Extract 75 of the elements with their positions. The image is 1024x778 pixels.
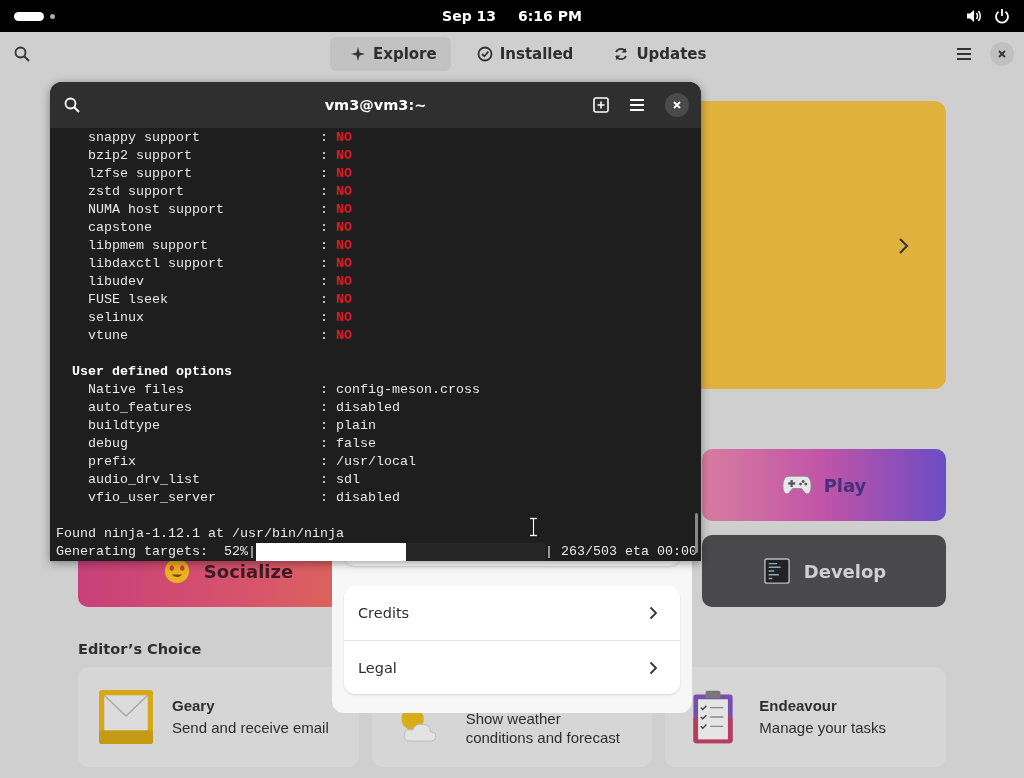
- option-name: snappy support: [87, 129, 201, 147]
- separator: :: [320, 273, 328, 291]
- separator: :: [320, 201, 328, 219]
- option-name: debug: [87, 435, 129, 453]
- option-value: NO: [336, 309, 352, 327]
- option-name: zstd support: [87, 183, 185, 201]
- list-row[interactable]: Legal: [344, 640, 680, 694]
- option-name: auto_features: [87, 399, 193, 417]
- app-description: Send and receive email: [172, 718, 329, 737]
- separator: :: [320, 327, 328, 345]
- option-value: sdl: [336, 471, 360, 489]
- separator: :: [320, 471, 328, 489]
- option-name: libdaxctl support: [87, 255, 225, 273]
- option-name: selinux: [87, 309, 145, 327]
- separator: :: [320, 237, 328, 255]
- time-text[interactable]: 6:16 PM: [518, 8, 582, 24]
- option-name: libpmem support: [87, 237, 209, 255]
- app-description: Manage your tasks: [759, 718, 887, 737]
- tab[interactable]: Installed: [456, 37, 588, 71]
- separator: :: [320, 453, 328, 471]
- category-button[interactable]: Develop: [702, 535, 946, 607]
- option-value: NO: [336, 201, 352, 219]
- option-value: NO: [336, 183, 352, 201]
- separator: :: [320, 129, 328, 147]
- option-value: NO: [336, 237, 352, 255]
- app-card[interactable]: Endeavour Manage your tasks: [665, 667, 946, 767]
- date-text[interactable]: Sep 13: [442, 8, 497, 24]
- app-description: Show weather conditions and forecast: [465, 708, 621, 747]
- option-name: bzip2 support: [87, 147, 193, 165]
- progress-status: | 263/503 eta 00:00: [544, 543, 697, 561]
- separator: :: [320, 417, 328, 435]
- option-value: disabled: [336, 489, 400, 507]
- option-name: FUSE lseek: [87, 291, 169, 309]
- separator: :: [320, 291, 328, 309]
- option-value: NO: [336, 165, 352, 183]
- separator: :: [320, 309, 328, 327]
- option-name: Native files: [87, 381, 185, 399]
- option-value: NO: [336, 219, 352, 237]
- option-value: NO: [336, 129, 352, 147]
- option-name: prefix: [87, 453, 137, 471]
- option-value: disabled: [336, 399, 400, 417]
- separator: :: [320, 165, 328, 183]
- separator: :: [320, 435, 328, 453]
- option-value: NO: [336, 273, 352, 291]
- section-title: Editor’s Choice: [78, 641, 203, 657]
- separator: :: [320, 381, 328, 399]
- separator: :: [320, 147, 328, 165]
- option-value: NO: [336, 147, 352, 165]
- tab[interactable]: Explore: [330, 37, 451, 71]
- app-name: Geary: [172, 697, 216, 714]
- window-title: vm3@vm3:~: [324, 97, 427, 113]
- option-name: capstone: [87, 219, 153, 237]
- option-name: libudev: [87, 273, 145, 291]
- option-value: NO: [336, 327, 352, 345]
- option-value: /usr/local: [336, 453, 416, 471]
- separator: :: [320, 255, 328, 273]
- option-name: lzfse support: [87, 165, 193, 183]
- app-name: Endeavour: [759, 697, 838, 714]
- separator: :: [320, 219, 328, 237]
- option-value: config-meson.cross: [336, 381, 480, 399]
- option-value: plain: [336, 417, 376, 435]
- tab[interactable]: Updates: [593, 37, 721, 71]
- option-name: buildtype: [87, 417, 161, 435]
- separator: :: [320, 489, 328, 507]
- option-name: audio_drv_list: [87, 471, 201, 489]
- option-name: vfio_user_server: [87, 489, 217, 507]
- separator: :: [320, 183, 328, 201]
- app-card[interactable]: Geary Send and receive email: [78, 667, 359, 767]
- section-heading: User defined options: [71, 363, 232, 381]
- separator: :: [320, 399, 328, 417]
- option-name: vtune: [87, 327, 129, 345]
- option-name: NUMA host support: [87, 201, 225, 219]
- option-value: NO: [336, 255, 352, 273]
- option-value: NO: [336, 291, 352, 309]
- option-value: false: [336, 435, 376, 453]
